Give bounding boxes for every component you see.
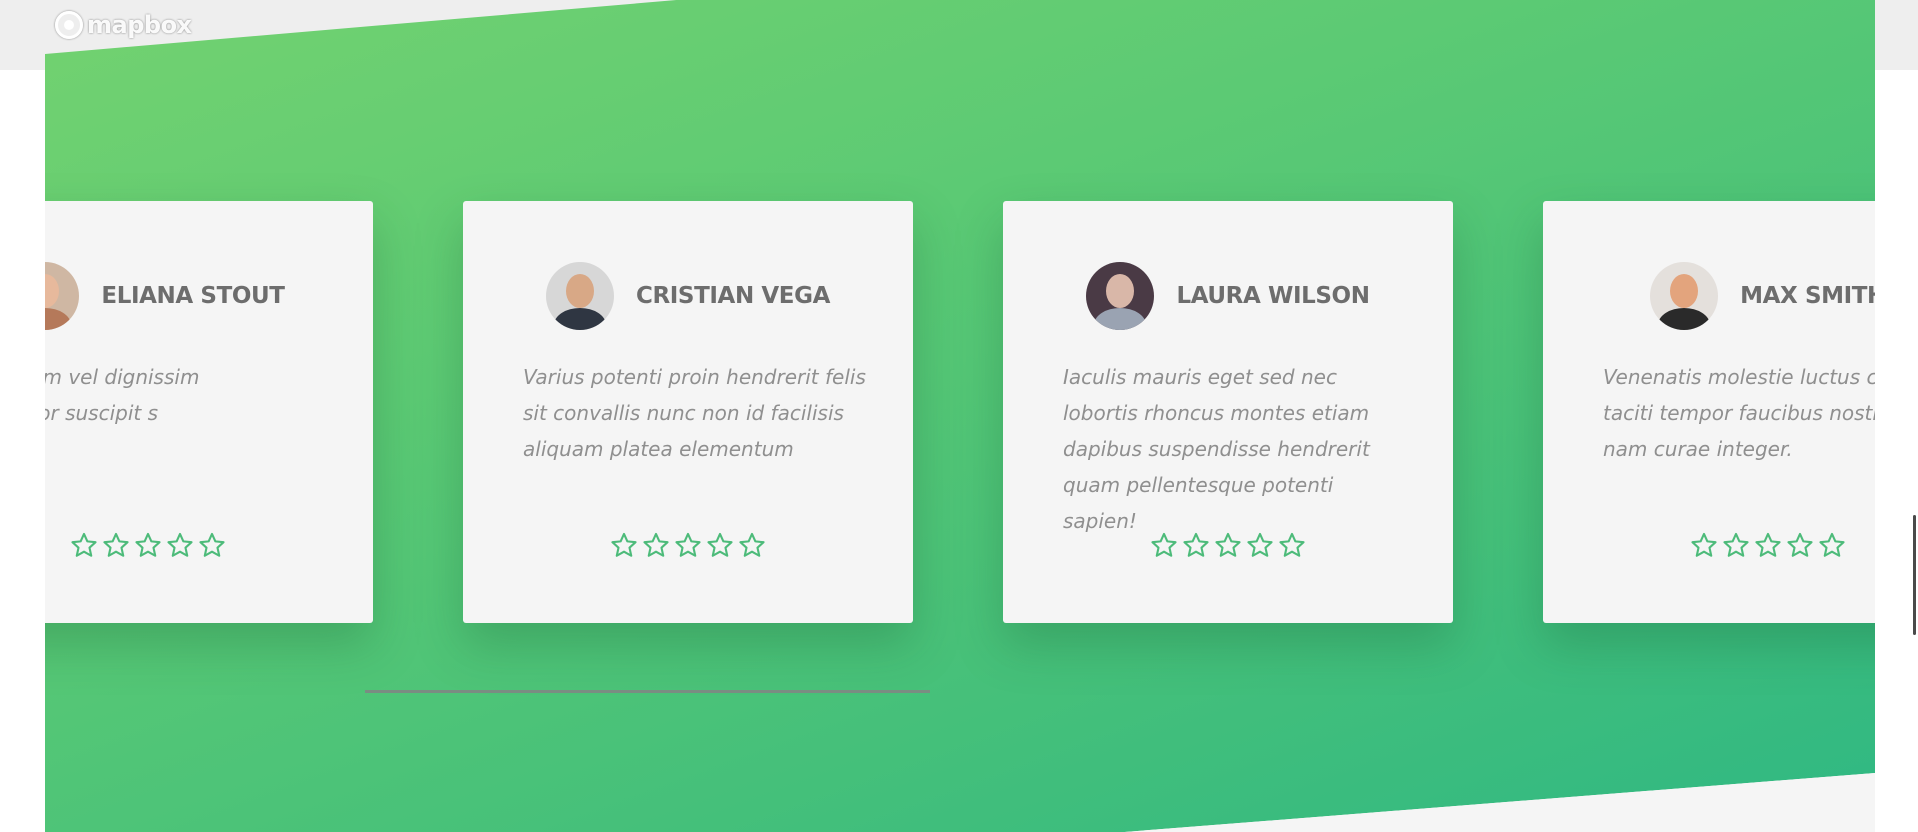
star-outline-icon <box>1754 531 1782 559</box>
testimonial-quote: Iaculis mauris eget sed nec lobortis rho… <box>1063 365 1370 533</box>
testimonial-quote: ugiat sed lorem vel dignissim habitasse … <box>45 365 200 425</box>
testimonial-header: MAX SMITH <box>1543 261 1875 331</box>
testimonial-quote: Varius potenti proin hendrerit felis sit… <box>523 365 866 461</box>
star-outline-icon <box>1278 531 1306 559</box>
star-outline-icon <box>134 531 162 559</box>
testimonials-section: ELIANA STOUT ugiat sed lorem vel digniss… <box>45 0 1875 832</box>
reviewer-name: CRISTIAN VEGA <box>635 283 830 309</box>
star-outline-icon <box>1214 531 1242 559</box>
mapbox-logo-text: mapbox <box>87 11 192 39</box>
star-outline-icon <box>1818 531 1846 559</box>
carousel-progress-bar <box>365 690 930 693</box>
reviewer-name: ELIANA STOUT <box>101 283 285 309</box>
testimonial-card: ELIANA STOUT ugiat sed lorem vel digniss… <box>45 201 373 623</box>
mapbox-logo-icon <box>55 11 83 39</box>
star-outline-icon <box>642 531 670 559</box>
testimonial-card: CRISTIAN VEGA Varius potenti proin hendr… <box>463 201 913 623</box>
avatar <box>545 262 614 330</box>
star-rating <box>1543 531 1875 559</box>
star-outline-icon <box>166 531 194 559</box>
star-outline-icon <box>70 531 98 559</box>
avatar <box>1650 262 1719 330</box>
star-outline-icon <box>1246 531 1274 559</box>
testimonial-header: CRISTIAN VEGA <box>463 261 913 331</box>
star-outline-icon <box>1690 531 1718 559</box>
testimonial-card: MAX SMITH Venenatis molestie luctus cubi… <box>1543 201 1875 623</box>
testimonial-card: LAURA WILSON Iaculis mauris eget sed nec… <box>1003 201 1453 623</box>
testimonial-header: ELIANA STOUT <box>45 261 373 331</box>
star-outline-icon <box>674 531 702 559</box>
star-outline-icon <box>1786 531 1814 559</box>
testimonial-quote: Venenatis molestie luctus cubilia taciti… <box>1603 365 1875 461</box>
avatar <box>1086 262 1155 330</box>
star-outline-icon <box>1182 531 1210 559</box>
star-outline-icon <box>198 531 226 559</box>
page-scrollbar[interactable] <box>1913 515 1916 635</box>
star-outline-icon <box>738 531 766 559</box>
star-outline-icon <box>1722 531 1750 559</box>
star-rating <box>45 531 373 559</box>
star-outline-icon <box>706 531 734 559</box>
reviewer-name: LAURA WILSON <box>1176 283 1370 309</box>
mapbox-logo[interactable]: mapbox <box>55 10 192 40</box>
star-outline-icon <box>610 531 638 559</box>
star-outline-icon <box>1150 531 1178 559</box>
star-rating <box>463 531 913 559</box>
star-outline-icon <box>102 531 130 559</box>
reviewer-name: MAX SMITH <box>1740 283 1875 309</box>
testimonial-header: LAURA WILSON <box>1003 261 1453 331</box>
avatar <box>45 262 80 330</box>
star-rating <box>1003 531 1453 559</box>
